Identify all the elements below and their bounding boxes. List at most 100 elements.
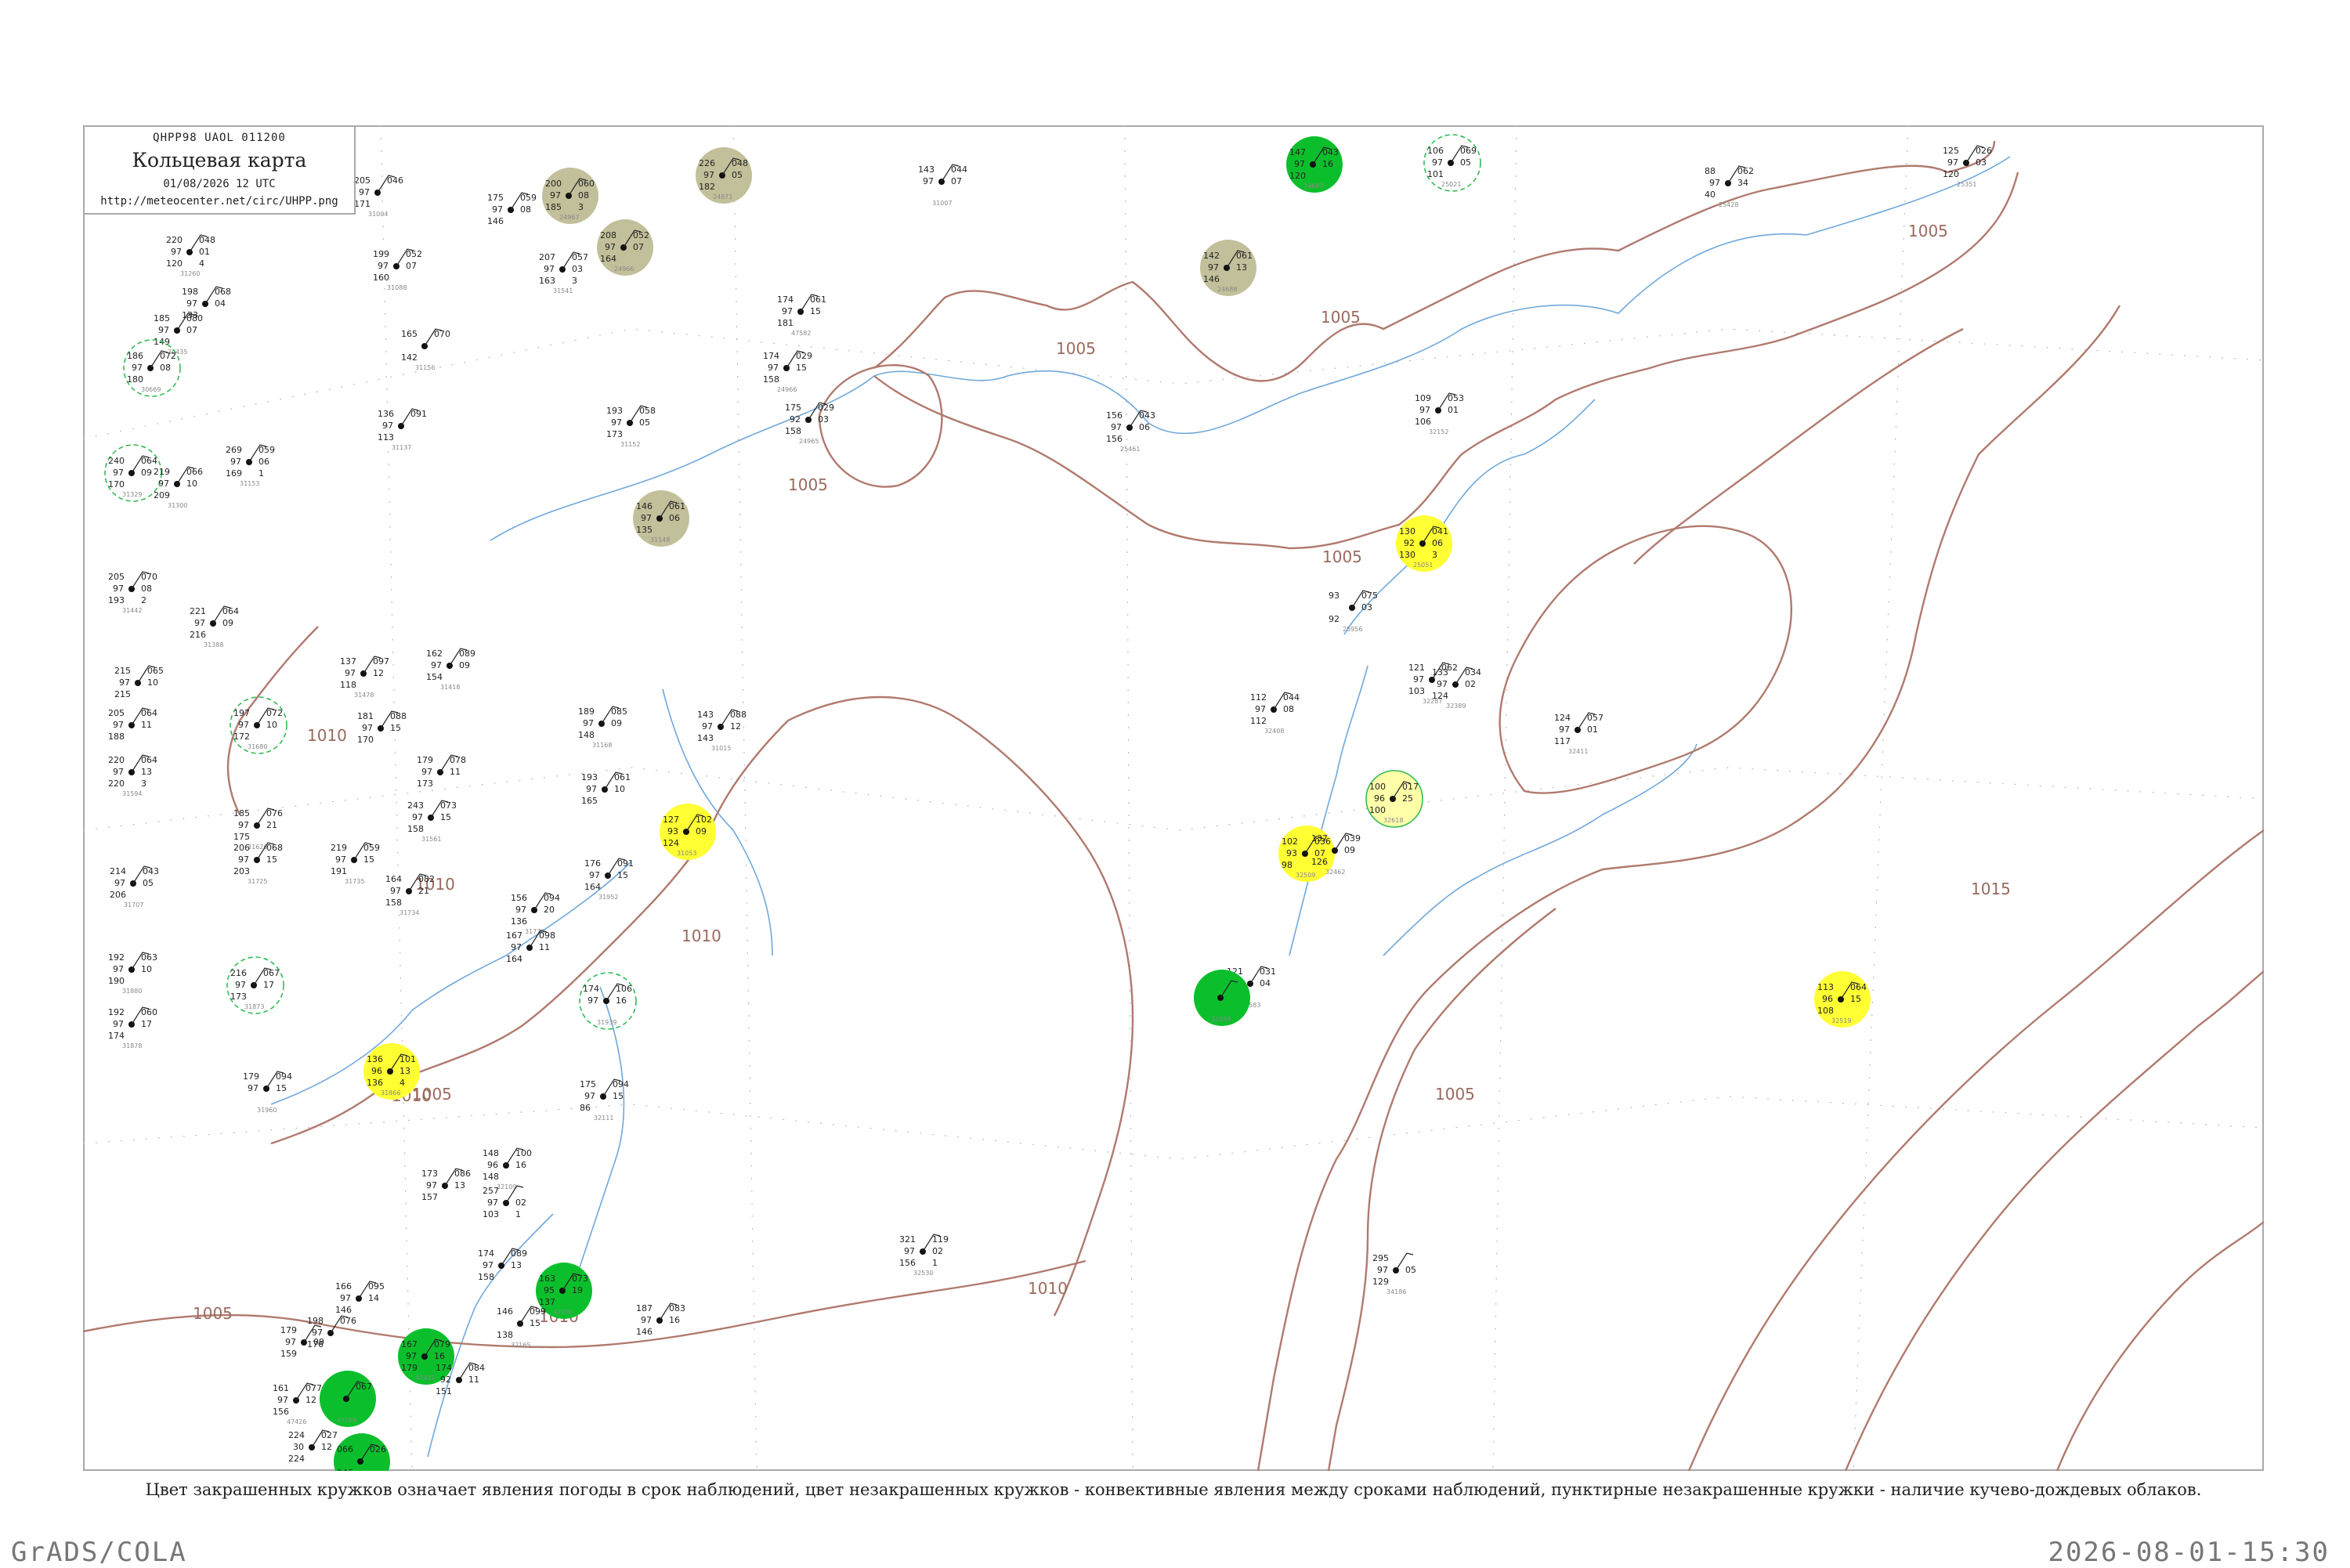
station-value: 97 — [340, 1293, 351, 1303]
station-id: 31442 — [122, 607, 142, 614]
station-id: 32594 — [1211, 1016, 1231, 1023]
station-value: 148 — [483, 1172, 499, 1182]
station-plot: 226 048 97 05 18224871 — [696, 147, 752, 204]
station-value: 15 — [530, 1318, 540, 1328]
station-value: 214 — [110, 866, 126, 876]
station-plot: 219 066 97 10 209 31300 — [154, 466, 203, 509]
station-value: 97 — [230, 457, 241, 467]
station-value: 163 — [539, 1274, 555, 1284]
station-value: 13 — [400, 1066, 410, 1076]
station-plot: 136 091 9711331137 — [378, 408, 427, 451]
station-value: 2 — [141, 595, 146, 605]
station-value: 173 — [417, 779, 433, 789]
station-value: 052 — [406, 249, 422, 259]
station-plot: 220 048 97 01 120 431260 — [166, 234, 215, 277]
station-value: 156 — [511, 893, 527, 903]
station-id: 31168 — [592, 742, 612, 749]
station-value: 043 — [1322, 147, 1339, 157]
station-id: 31873 — [244, 1003, 264, 1010]
station-value: 181 — [357, 711, 374, 721]
station-value: 207 — [539, 252, 555, 262]
station-value: 97 — [641, 1315, 652, 1325]
station-value: 97 — [550, 190, 561, 201]
station-id: 25428 — [1719, 201, 1738, 208]
station-id: 31156 — [415, 364, 435, 371]
station-id: 31153 — [240, 480, 259, 487]
station-value: 269 — [226, 445, 242, 455]
station-id: 31939 — [597, 1019, 616, 1026]
station-value: 09 — [222, 618, 233, 628]
station-value: 15 — [390, 723, 401, 733]
station-value: 224 — [288, 1430, 305, 1440]
station-value: 12 — [730, 721, 741, 732]
station-id: 31878 — [122, 1042, 142, 1050]
station-plot: 179 094 97 15 31960 — [243, 1071, 292, 1114]
station-plot: 192 063 97 10 190 31880 — [108, 952, 157, 995]
station-value: 40 — [1705, 190, 1716, 200]
station-value: 100 — [515, 1148, 532, 1158]
station-value: 97 — [483, 1260, 494, 1270]
station-value: 97 — [119, 677, 130, 688]
station-value: 97 — [426, 1180, 437, 1190]
station-value: 198 — [307, 1316, 324, 1326]
station-value: 97 — [421, 767, 432, 777]
station-value: 156 — [273, 1407, 289, 1417]
station-id: 31300 — [168, 502, 187, 509]
station-value: 4 — [400, 1078, 405, 1088]
station-value: 179 — [280, 1325, 297, 1335]
station-id: 31680 — [248, 743, 267, 750]
station-value: 129 — [1372, 1277, 1389, 1287]
station-value: 97 — [515, 905, 526, 915]
station-value: 08 — [578, 190, 589, 201]
station-value: 205 — [354, 175, 371, 186]
station-value: 97 — [113, 720, 124, 730]
station-plot: 109 053 97 01 10632152 — [1415, 392, 1464, 435]
station-id: 32111 — [594, 1115, 613, 1122]
station-value: 034 — [1465, 667, 1481, 677]
station-value: 181 — [777, 318, 794, 328]
station-value: 158 — [478, 1272, 494, 1282]
synoptic-map: 1005 1005 1005 1005 1005 1005 1005 1005 … — [83, 125, 2264, 1471]
station-value: 97 — [113, 583, 124, 594]
station-value: 127 — [663, 815, 679, 825]
station-value: 136 — [511, 916, 527, 927]
station-plot: 219 059 97 15 191 31735 — [331, 842, 380, 885]
station-id: 25461 — [1120, 446, 1140, 453]
station-id: 25956 — [1343, 626, 1362, 633]
station-plot: 216 067 97 17 17331873 — [226, 956, 284, 1014]
station-plot: 205 046 97 171 31004 — [354, 175, 403, 218]
station-plot: 148 10096 1614832109 — [483, 1147, 532, 1190]
station-value: 193 — [108, 595, 125, 605]
station-value: 97 — [641, 513, 652, 523]
station-value: 15 — [613, 1091, 624, 1101]
station-value: 174 — [436, 1363, 452, 1373]
station-value: 174 — [763, 351, 779, 361]
station-value: 148 — [578, 730, 595, 740]
station-value: 175 — [487, 193, 504, 203]
station-value: 97 — [277, 1395, 288, 1405]
station-value: 135 — [636, 525, 653, 535]
station-value: 07 — [633, 242, 644, 252]
station-value: 126 — [1311, 857, 1328, 867]
station-value: 97 — [158, 479, 169, 489]
station-value: 121 — [1408, 663, 1425, 673]
station-value: 084 — [468, 1363, 485, 1373]
station-value: 03 — [572, 264, 583, 274]
station-value: 165 — [581, 796, 598, 806]
station-value: 094 — [276, 1071, 292, 1082]
station-value: 061 — [1236, 251, 1253, 261]
station-value: 069 — [1460, 146, 1477, 156]
station-value: 148 — [483, 1148, 499, 1158]
station-id: 25351 — [1957, 181, 1976, 188]
isobar-labels: 1005 1005 1005 1005 1005 1005 1005 1005 … — [193, 222, 2011, 1326]
station-plot: 185 08097 0714930435 — [154, 313, 203, 356]
station-value: 076 — [266, 808, 283, 818]
station-value: 96 — [1374, 793, 1385, 804]
station-value: 06 — [669, 513, 680, 523]
station-value: 075 — [1361, 591, 1378, 601]
station-plot: 147 043 97 16 12024693 — [1286, 136, 1343, 193]
station-value: 179 — [243, 1071, 259, 1082]
station-value: 17 — [141, 1019, 152, 1029]
station-value: 97 — [345, 668, 356, 678]
station-value: 13 — [511, 1260, 522, 1270]
